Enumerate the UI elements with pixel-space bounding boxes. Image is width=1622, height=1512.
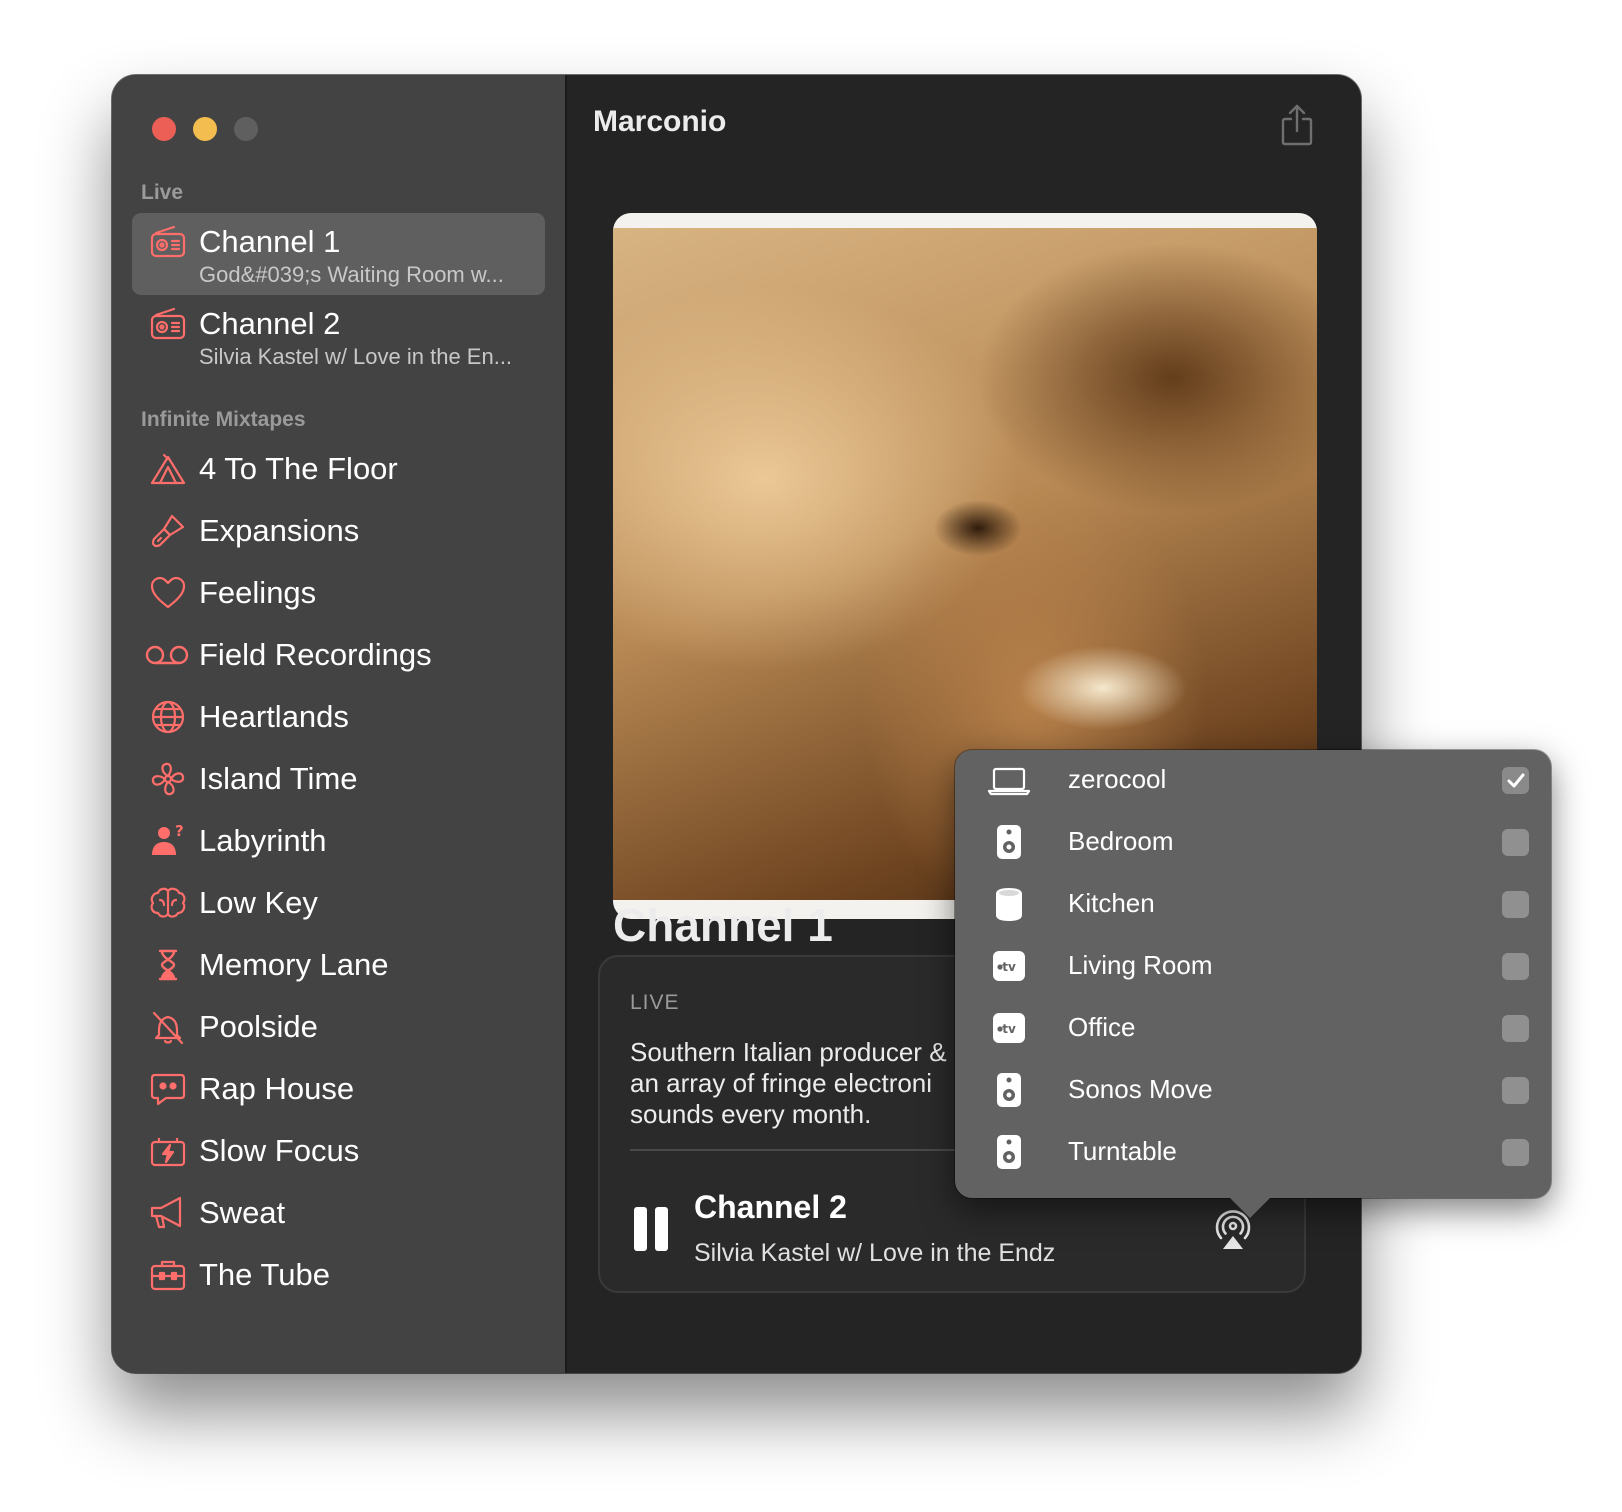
mixtape-title: Poolside bbox=[199, 1009, 318, 1044]
window-title: Marconio bbox=[593, 105, 727, 138]
window-controls bbox=[152, 117, 258, 141]
mixtape-title: Heartlands bbox=[199, 699, 349, 734]
sidebar-item-sweat[interactable]: Sweat bbox=[132, 1181, 545, 1245]
brain-icon bbox=[148, 883, 188, 923]
sidebar-item-expansions[interactable]: Expansions bbox=[132, 499, 545, 563]
now-playing-subtitle: Silvia Kastel w/ Love in the Endz bbox=[694, 1239, 1056, 1267]
mixtape-title: Slow Focus bbox=[199, 1133, 360, 1168]
channel-subtitle: Silvia Kastel w/ Love in the En... bbox=[199, 344, 513, 369]
device-checkbox[interactable] bbox=[1502, 1015, 1529, 1042]
channel-heading: Channel 1 bbox=[613, 899, 833, 951]
tent-icon bbox=[148, 449, 188, 489]
pause-icon[interactable] bbox=[634, 1207, 670, 1251]
mixtape-title: Memory Lane bbox=[199, 947, 389, 982]
homepod-icon bbox=[987, 884, 1031, 924]
sidebar: Live Channel 1 God&#039;s Waiting Room w… bbox=[112, 75, 567, 1373]
fan-icon bbox=[148, 759, 188, 799]
device-name: Sonos Move bbox=[1068, 1074, 1213, 1104]
zoom-window-button[interactable] bbox=[234, 117, 258, 141]
popover-arrow bbox=[1230, 1198, 1270, 1218]
mixtape-title: Feelings bbox=[199, 575, 317, 610]
sidebar-item-4-to-the-floor[interactable]: 4 To The Floor bbox=[132, 437, 545, 501]
device-checkbox[interactable] bbox=[1502, 1077, 1529, 1104]
sidebar-item-poolside[interactable]: Poolside bbox=[132, 995, 545, 1059]
speaker-icon bbox=[987, 1070, 1031, 1110]
hourglass-icon bbox=[148, 945, 188, 985]
airplay-device-menu: zerocool Bedroom Kitchen tv Living Room … bbox=[955, 750, 1551, 1218]
sidebar-item-slow-focus[interactable]: Slow Focus bbox=[132, 1119, 545, 1183]
sidebar-item-heartlands[interactable]: Heartlands bbox=[132, 685, 545, 749]
device-name: Bedroom bbox=[1068, 826, 1174, 856]
mixtape-title: Rap House bbox=[199, 1071, 355, 1106]
section-label-mixtapes: Infinite Mixtapes bbox=[141, 408, 306, 431]
svg-text:tv: tv bbox=[1002, 1022, 1016, 1036]
device-row-sonos-move[interactable]: Sonos Move bbox=[955, 1060, 1551, 1120]
sidebar-item-memory-lane[interactable]: Memory Lane bbox=[132, 933, 545, 997]
mixtape-title: Expansions bbox=[199, 513, 360, 548]
minimize-window-button[interactable] bbox=[193, 117, 217, 141]
now-playing-title: Channel 2 bbox=[694, 1189, 847, 1225]
svg-text:tv: tv bbox=[1002, 960, 1016, 974]
mixtape-title: 4 To The Floor bbox=[199, 451, 398, 486]
mixtape-title: Low Key bbox=[199, 885, 318, 920]
sidebar-item-channel-1[interactable]: Channel 1 God&#039;s Waiting Room w... bbox=[132, 213, 545, 295]
share-icon[interactable] bbox=[1279, 103, 1315, 147]
channel-title: Channel 1 bbox=[199, 224, 341, 259]
device-row-kitchen[interactable]: Kitchen bbox=[955, 874, 1551, 934]
channel-subtitle: God&#039;s Waiting Room w... bbox=[199, 262, 504, 287]
device-name: Office bbox=[1068, 1012, 1136, 1042]
svg-text:?: ? bbox=[175, 822, 184, 840]
device-row-turntable[interactable]: Turntable bbox=[955, 1122, 1551, 1182]
device-checkbox[interactable] bbox=[1502, 767, 1529, 794]
mixtape-title: Island Time bbox=[199, 761, 358, 796]
device-row-zerocool[interactable]: zerocool bbox=[955, 750, 1551, 810]
device-row-office[interactable]: tv Office bbox=[955, 998, 1551, 1058]
sidebar-item-low-key[interactable]: Low Key bbox=[132, 871, 545, 935]
device-name: Kitchen bbox=[1068, 888, 1155, 918]
close-window-button[interactable] bbox=[152, 117, 176, 141]
device-name: zerocool bbox=[1068, 764, 1167, 794]
megaphone-icon bbox=[148, 1193, 188, 1233]
voicemail-icon bbox=[144, 635, 190, 675]
bell-slash-icon bbox=[148, 1007, 188, 1047]
sidebar-item-feelings[interactable]: Feelings bbox=[132, 561, 545, 625]
person-question-icon: ? bbox=[148, 821, 188, 861]
radio-icon bbox=[148, 223, 188, 263]
heart-icon bbox=[148, 573, 188, 613]
mixtape-title: Sweat bbox=[199, 1195, 286, 1230]
sidebar-item-rap-house[interactable]: Rap House bbox=[132, 1057, 545, 1121]
speaker-icon bbox=[987, 822, 1031, 862]
device-checkbox[interactable] bbox=[1502, 829, 1529, 856]
section-label-live: Live bbox=[141, 181, 184, 204]
appletv-icon: tv bbox=[987, 1008, 1031, 1048]
mixtape-title: The Tube bbox=[199, 1257, 330, 1292]
laptop-icon bbox=[987, 760, 1031, 800]
battery-bolt-icon bbox=[148, 1131, 188, 1171]
device-row-living-room[interactable]: tv Living Room bbox=[955, 936, 1551, 996]
device-name: Turntable bbox=[1068, 1136, 1177, 1166]
mixtape-title: Field Recordings bbox=[199, 637, 432, 672]
channel-title: Channel 2 bbox=[199, 306, 341, 341]
speaker-icon bbox=[987, 1132, 1031, 1172]
radio-icon bbox=[148, 305, 188, 345]
device-checkbox[interactable] bbox=[1502, 953, 1529, 980]
sidebar-item-island-time[interactable]: Island Time bbox=[132, 747, 545, 811]
appletv-icon: tv bbox=[987, 946, 1031, 986]
device-checkbox[interactable] bbox=[1502, 891, 1529, 918]
mixtape-title: Labyrinth bbox=[199, 823, 327, 858]
paintbrush-icon bbox=[148, 511, 188, 551]
sidebar-item-channel-2[interactable]: Channel 2 Silvia Kastel w/ Love in the E… bbox=[132, 295, 545, 377]
quote-bubble-icon bbox=[148, 1069, 188, 1109]
toolbox-icon bbox=[148, 1255, 188, 1295]
device-row-bedroom[interactable]: Bedroom bbox=[955, 812, 1551, 872]
sidebar-item-the-tube[interactable]: The Tube bbox=[132, 1243, 545, 1307]
device-name: Living Room bbox=[1068, 950, 1213, 980]
sidebar-item-field-recordings[interactable]: Field Recordings bbox=[132, 623, 545, 687]
device-checkbox[interactable] bbox=[1502, 1139, 1529, 1166]
sidebar-item-labyrinth[interactable]: ? Labyrinth bbox=[132, 809, 545, 873]
live-label: LIVE bbox=[630, 991, 680, 1014]
globe-icon bbox=[148, 697, 188, 737]
